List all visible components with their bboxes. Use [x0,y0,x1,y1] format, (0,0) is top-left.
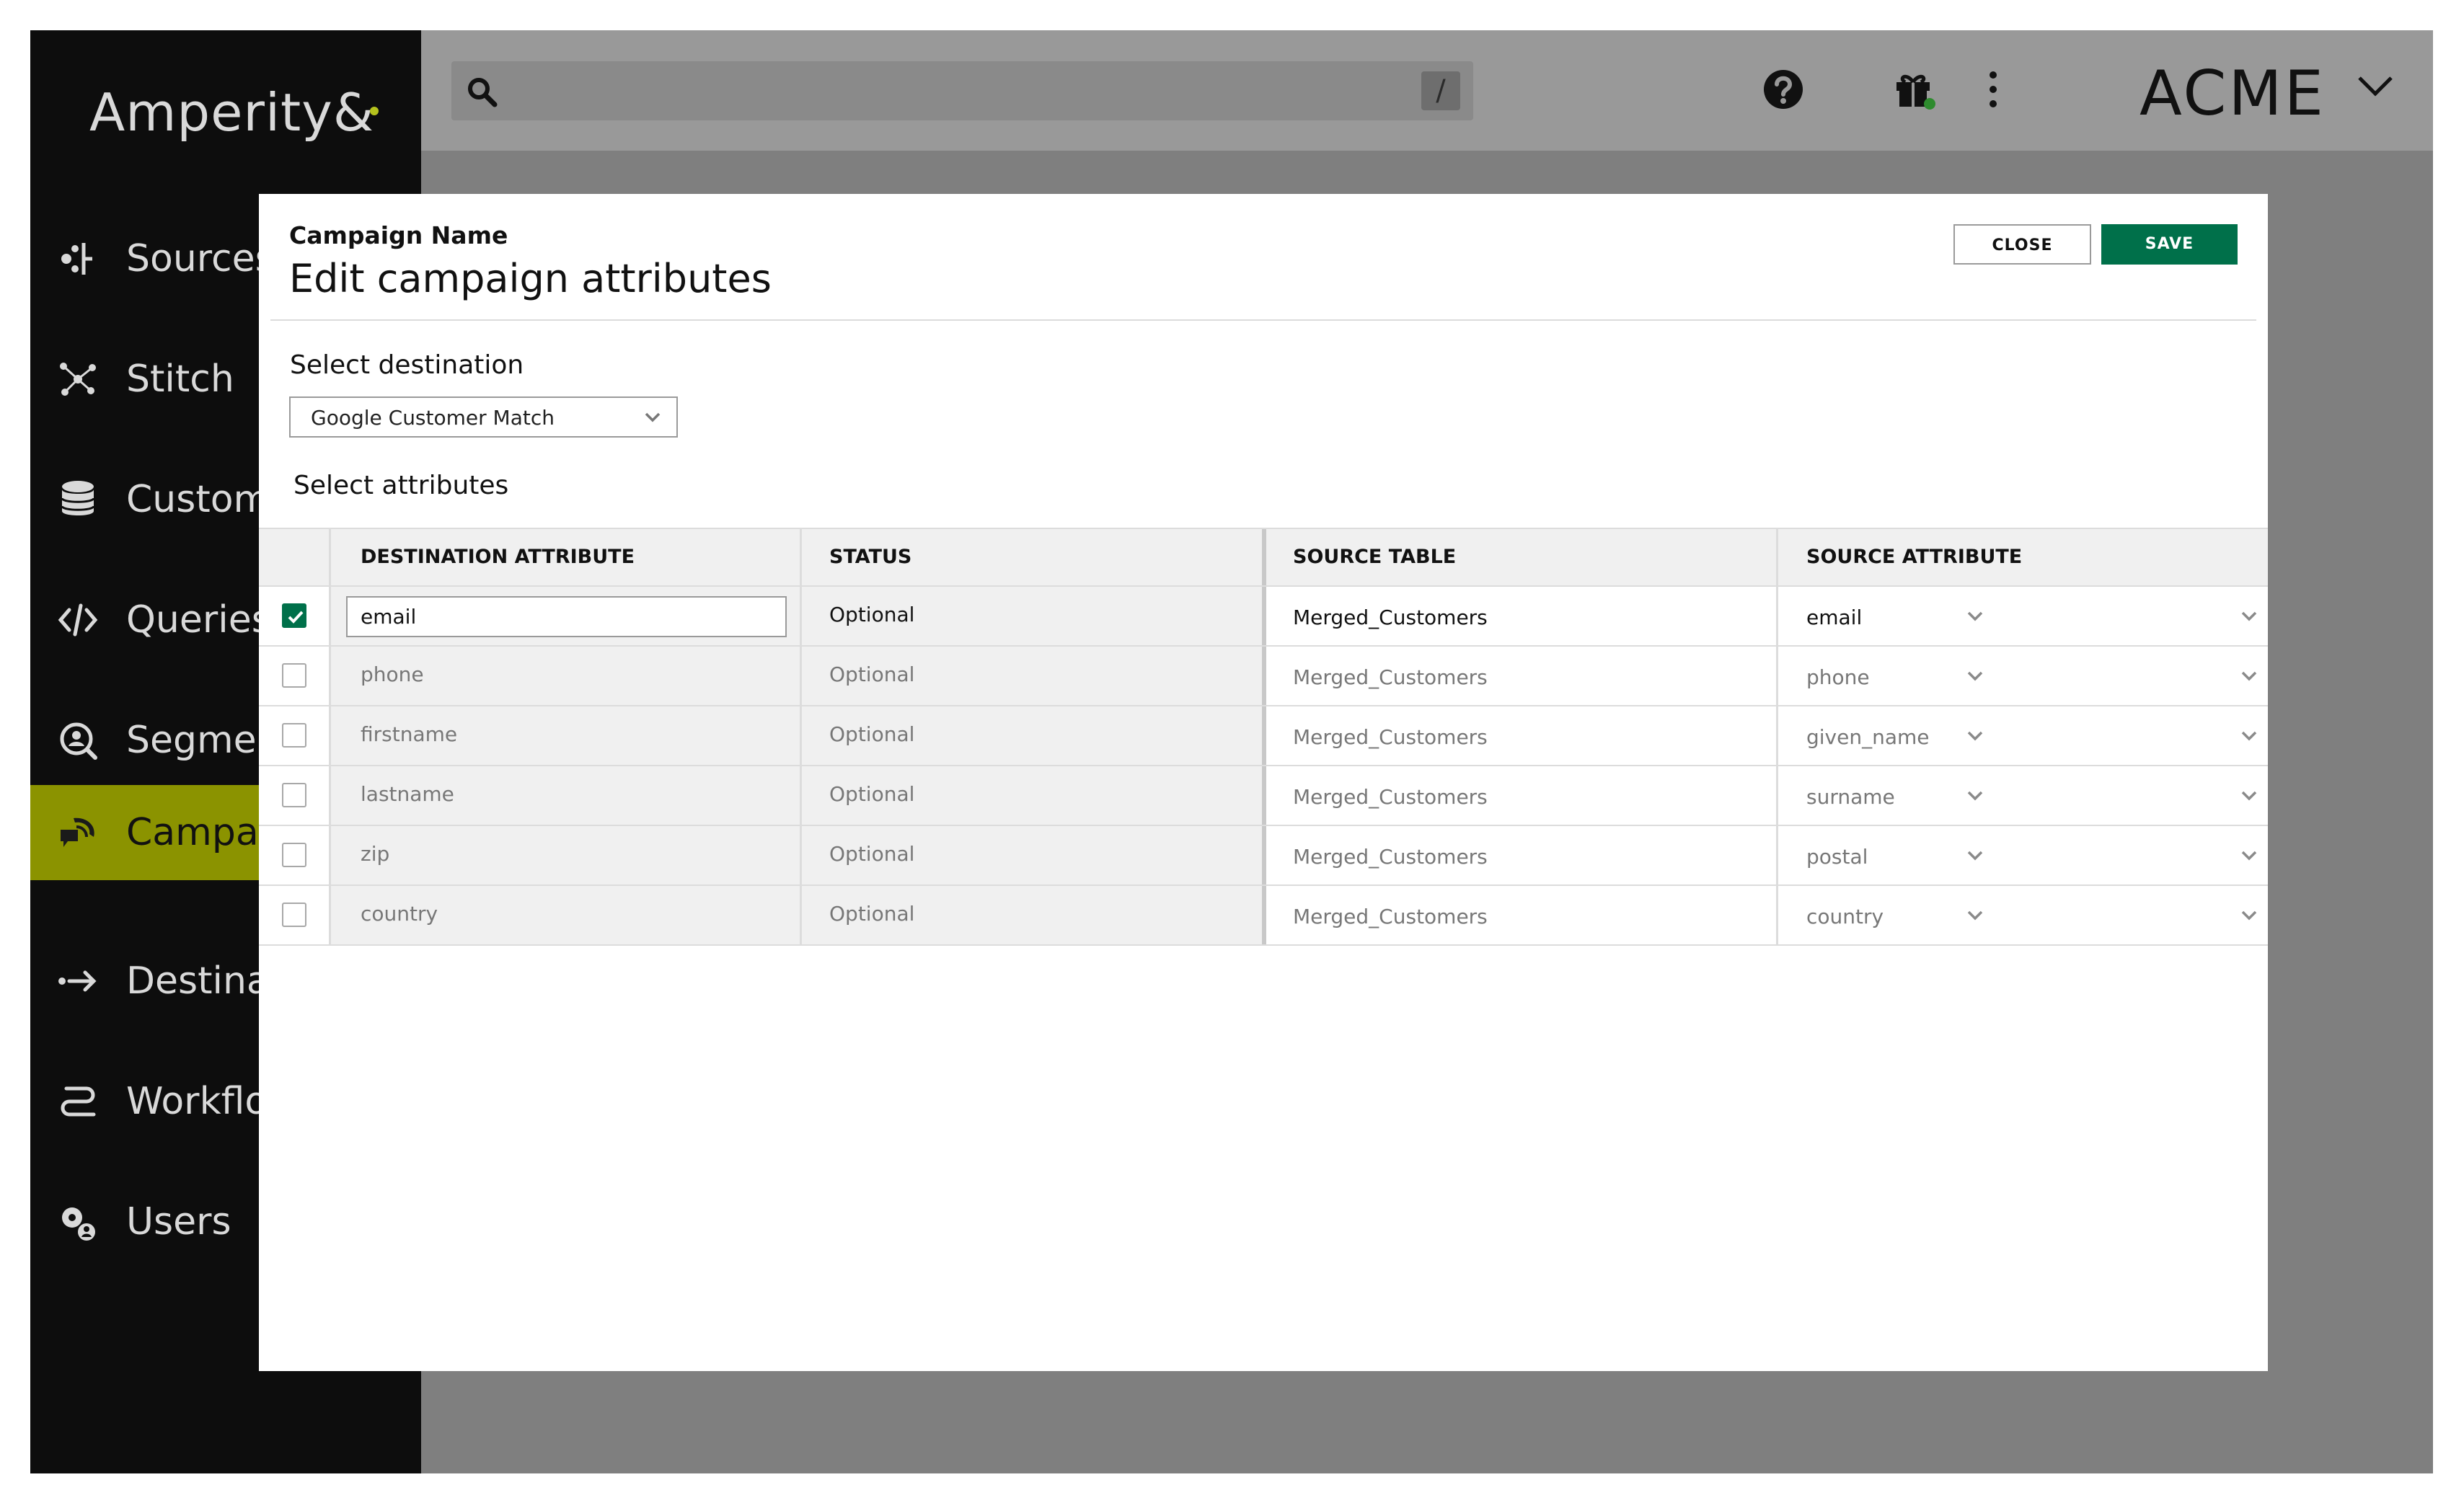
chevron-down-icon[interactable] [1966,909,1984,922]
chevron-down-icon[interactable] [1966,730,1984,742]
check-icon [288,611,304,624]
destination-attribute: phone [361,662,424,686]
attributes-table: DESTINATION ATTRIBUTE STATUS SOURCE TABL… [259,528,2268,946]
status-text: Optional [829,722,915,746]
sidebar-item-label: Sources [126,237,275,280]
code-icon [58,603,98,637]
table-row: lastname Optional Merged_Customers surna… [259,766,2268,826]
close-button[interactable]: CLOSE [1953,224,2091,265]
chevron-down-icon[interactable] [2240,730,2258,742]
chevron-down-icon[interactable] [2240,610,2258,623]
source-attribute-select[interactable]: country [1806,905,1884,928]
column-header-destination[interactable]: DESTINATION ATTRIBUTE [361,529,635,585]
status-text: Optional [829,603,915,626]
gift-icon[interactable] [1892,68,1935,111]
source-table-select[interactable]: Merged_Customers [1293,785,1488,809]
destination-attribute: lastname [361,782,454,806]
sources-icon [61,243,92,275]
source-table-select[interactable]: Merged_Customers [1293,606,1488,629]
database-icon [61,481,95,515]
select-destination-label: Select destination [290,350,524,380]
divider [270,319,2256,321]
row-checkbox[interactable] [282,603,306,628]
destinations-icon [58,970,97,992]
destination-attribute-value: email [361,605,417,629]
column-header-source-attribute[interactable]: SOURCE ATTRIBUTE [1806,529,2022,585]
source-attribute-select[interactable]: given_name [1806,725,1930,749]
tenant-name[interactable]: ACME [2140,58,2326,130]
search-input[interactable]: / [451,61,1473,120]
column-header-source-table[interactable]: SOURCE TABLE [1293,529,1456,585]
row-checkbox[interactable] [282,663,306,688]
destination-select[interactable]: Google Customer Match [289,396,678,438]
source-attribute-select[interactable]: phone [1806,665,1870,689]
source-attribute-select[interactable]: email [1806,606,1862,629]
destination-select-value: Google Customer Match [311,406,555,430]
users-icon [62,1207,95,1241]
row-checkbox[interactable] [282,843,306,867]
more-vertical-icon[interactable] [1971,68,2015,111]
amperity-logo[interactable]: Amperity& [89,82,379,143]
status-text: Optional [829,842,915,866]
stitch-icon [60,363,96,396]
source-table-select[interactable]: Merged_Customers [1293,665,1488,689]
row-checkbox[interactable] [282,723,306,748]
segments-icon [60,722,97,760]
source-attribute-select[interactable]: postal [1806,845,1868,869]
edit-campaign-modal: Campaign Name Edit campaign attributes C… [259,194,2268,1371]
chevron-down-icon[interactable] [2240,849,2258,862]
row-checkbox[interactable] [282,903,306,927]
status-text: Optional [829,902,915,926]
chevron-down-icon [645,412,661,422]
source-table-select[interactable]: Merged_Customers [1293,845,1488,869]
table-row: email Optional Merged_Customers email [259,587,2268,647]
campaign-name: Campaign Name [289,221,508,249]
search-shortcut-key: / [1421,71,1460,110]
status-text: Optional [829,782,915,806]
sidebar-item-label: Stitch [126,358,234,401]
chevron-down-icon[interactable] [1966,670,1984,683]
table-row: phone Optional Merged_Customers phone [259,647,2268,706]
modal-title: Edit campaign attributes [289,256,772,301]
campaigns-icon [61,817,94,847]
chevron-down-icon[interactable] [1966,849,1984,862]
table-row: country Optional Merged_Customers countr… [259,886,2268,946]
column-header-status[interactable]: STATUS [829,529,911,585]
source-table-select[interactable]: Merged_Customers [1293,725,1488,749]
row-checkbox[interactable] [282,783,306,807]
sidebar-item-label: Queries [126,598,271,642]
chevron-down-icon[interactable] [2240,909,2258,922]
chevron-down-icon[interactable] [2240,670,2258,683]
help-icon[interactable] [1762,68,1805,111]
chevron-down-icon[interactable] [2240,789,2258,802]
source-attribute-select[interactable]: surname [1806,785,1895,809]
destination-attribute-input[interactable]: email [346,596,787,637]
table-row: zip Optional Merged_Customers postal [259,826,2268,886]
table-row: firstname Optional Merged_Customers give… [259,706,2268,766]
chevron-down-icon[interactable] [1966,789,1984,802]
logo-dot [369,107,379,115]
source-table-select[interactable]: Merged_Customers [1293,905,1488,928]
logo-text: Amperity& [89,82,374,143]
save-button[interactable]: SAVE [2101,224,2238,265]
workflows-icon [61,1086,96,1117]
destination-attribute: country [361,902,438,926]
destination-attribute: zip [361,842,390,866]
chevron-down-icon[interactable] [1966,610,1984,623]
sidebar-item-label: Users [126,1200,231,1243]
select-attributes-label: Select attributes [293,471,509,500]
search-icon [468,78,498,107]
table-header: DESTINATION ATTRIBUTE STATUS SOURCE TABL… [259,528,2268,587]
status-text: Optional [829,662,915,686]
destination-attribute: firstname [361,722,458,746]
chevron-down-icon[interactable] [2355,72,2395,101]
app-window: Amperity& Sources Stitch Customer 360 Qu… [30,30,2433,1473]
